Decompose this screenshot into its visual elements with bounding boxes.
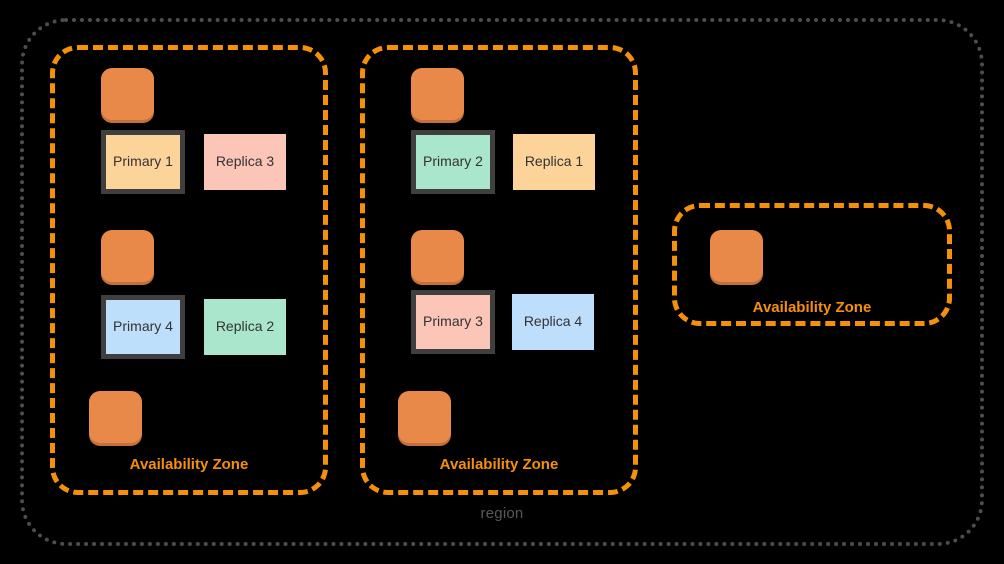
az2-node-primary-3-label: Primary 3 [423, 313, 483, 330]
az1-node-primary-4[interactable]: Primary 4 [101, 295, 185, 359]
az2-service-icon-1[interactable] [411, 68, 464, 120]
az1-node-replica-3[interactable]: Replica 3 [204, 134, 286, 190]
az1-node-replica-3-label: Replica 3 [215, 153, 275, 170]
availability-zone-2-label: Availability Zone [439, 456, 559, 473]
az1-node-primary-1[interactable]: Primary 1 [101, 130, 185, 194]
az3-service-icon-1[interactable] [710, 230, 763, 282]
az1-node-primary-1-label: Primary 1 [113, 153, 173, 170]
az1-node-replica-2[interactable]: Replica 2 [204, 299, 286, 355]
diagram-canvas: Primary 1 Replica 3 Primary 4 Replica 2 … [0, 0, 1004, 564]
az2-node-replica-4-label: Replica 4 [523, 313, 583, 330]
az2-node-replica-1[interactable]: Replica 1 [513, 134, 595, 190]
az2-service-icon-3[interactable] [398, 391, 451, 443]
availability-zone-1-label: Availability Zone [129, 456, 249, 473]
az1-service-icon-1[interactable] [101, 68, 154, 120]
az1-service-icon-3[interactable] [89, 391, 142, 443]
az1-service-icon-2[interactable] [101, 230, 154, 282]
az1-node-replica-2-label: Replica 2 [215, 318, 275, 335]
az2-node-replica-1-label: Replica 1 [524, 153, 584, 170]
az2-node-replica-4[interactable]: Replica 4 [512, 294, 594, 350]
region-label: region [480, 505, 524, 522]
az1-node-primary-4-label: Primary 4 [113, 318, 173, 335]
az2-node-primary-3[interactable]: Primary 3 [411, 290, 495, 354]
az2-node-primary-2[interactable]: Primary 2 [411, 130, 495, 194]
az2-service-icon-2[interactable] [411, 230, 464, 282]
az2-node-primary-2-label: Primary 2 [423, 153, 483, 170]
availability-zone-3-label: Availability Zone [752, 299, 872, 316]
